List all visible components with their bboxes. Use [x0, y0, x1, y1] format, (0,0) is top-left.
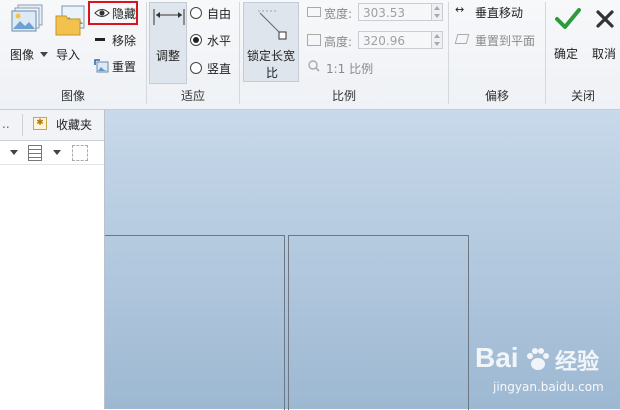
radio-horizontal-label: 水平 — [207, 34, 232, 48]
scale-group-label: 比例 — [331, 89, 356, 103]
chevron-down-icon[interactable] — [10, 150, 18, 155]
radio-free-circle — [190, 7, 202, 19]
lock-aspect-label-2: 比 — [266, 66, 279, 80]
image-button-label: 图像 — [10, 48, 35, 62]
folder-image-icon — [55, 5, 85, 36]
tab-divider — [22, 114, 23, 136]
lock-aspect-label-1: 锁定长宽 — [247, 49, 296, 63]
fit-group: 调整 自由 水平 竖直 适应 — [147, 0, 239, 106]
collapsed-tab[interactable]: .. — [2, 117, 10, 131]
offset-group: ↔ 垂直移动 重置到平面 偏移 — [449, 0, 545, 106]
reset-button[interactable]: 重置 — [92, 57, 142, 75]
plane-icon — [454, 34, 470, 44]
import-button-label: 导入 — [56, 48, 81, 62]
fit-width-icon — [153, 9, 185, 25]
reset-to-plane-button[interactable]: 重置到平面 — [454, 31, 543, 49]
image-stack-icon — [11, 4, 43, 32]
hide-button[interactable]: 隐藏 — [88, 1, 138, 25]
vertical-move-label: 垂直移动 — [475, 6, 524, 20]
ok-button-label: 确定 — [554, 47, 579, 61]
adjust-button-label: 调整 — [156, 49, 181, 63]
reset-image-icon — [94, 59, 109, 73]
hide-button-label: 隐藏 — [112, 7, 137, 21]
watermark-brand: Bai — [475, 342, 519, 373]
image-plane-right[interactable] — [288, 235, 469, 410]
width-spinner[interactable] — [431, 3, 443, 21]
chevron-down-icon[interactable] — [53, 150, 61, 155]
height-spinner[interactable] — [431, 31, 443, 49]
side-panel: .. ✱ 收藏夹 — [0, 110, 105, 409]
radio-horizontal[interactable]: 水平 — [189, 32, 237, 48]
close-group-label: 关闭 — [570, 89, 595, 103]
reset-to-plane-label: 重置到平面 — [475, 34, 536, 48]
height-field[interactable]: 320.96 — [358, 31, 432, 49]
scale-group: 锁定长宽 比 宽度: 303.53 高度: 320.96 1:1 比例 比例 — [240, 0, 448, 106]
watermark-url: jingyan.baidu.com — [493, 380, 604, 394]
image-group: 图像 导入 隐藏 移除 重置 图像 — [0, 0, 146, 106]
radio-horizontal-circle — [190, 34, 202, 46]
width-icon — [307, 7, 321, 17]
reset-button-label: 重置 — [112, 60, 137, 74]
chevron-down-icon — [40, 52, 48, 57]
vertical-move-button[interactable]: ↔ 垂直移动 — [455, 3, 543, 21]
list-view-icon[interactable] — [28, 145, 42, 161]
image-button[interactable]: 图像 — [6, 2, 48, 64]
ribbon: 图像 导入 隐藏 移除 重置 图像 调整 自由 水平 竖直 适应 锁定长宽 比 … — [0, 0, 620, 110]
adjust-button[interactable]: 调整 — [149, 2, 187, 84]
remove-button-label: 移除 — [112, 34, 137, 48]
minus-icon — [95, 38, 105, 41]
check-icon — [555, 8, 581, 29]
horizontal-arrows-icon: ↔ — [455, 3, 465, 16]
cancel-button[interactable]: 取消 — [588, 4, 620, 64]
import-button[interactable]: 导入 — [52, 2, 86, 64]
paw-logo-icon — [527, 348, 549, 370]
ok-button[interactable]: 确定 — [550, 4, 584, 64]
height-icon — [307, 34, 321, 46]
favorites-star-icon: ✱ — [33, 117, 47, 130]
zoom-ratio-icon — [308, 60, 320, 72]
image-plane-left[interactable] — [105, 235, 285, 410]
ratio-label[interactable]: 1:1 比例 — [326, 60, 373, 77]
panel-tabs: .. ✱ 收藏夹 — [0, 110, 104, 141]
eye-icon — [94, 9, 110, 17]
watermark-brand-suffix: 经验 — [555, 350, 600, 375]
graphics-canvas[interactable]: Bai 经验 jingyan.baidu.com — [105, 110, 620, 410]
radio-free-label: 自由 — [207, 7, 232, 21]
remove-button[interactable]: 移除 — [92, 31, 142, 49]
close-group: 确定 取消 关闭 — [546, 0, 620, 106]
panel-toolbar — [0, 142, 104, 165]
tab-favorites[interactable]: ✱ 收藏夹 — [30, 114, 104, 136]
radio-free[interactable]: 自由 — [189, 5, 237, 21]
offset-group-label: 偏移 — [484, 89, 509, 103]
width-field[interactable]: 303.53 — [358, 3, 432, 21]
lock-aspect-icon — [258, 10, 287, 40]
cancel-button-label: 取消 — [592, 47, 617, 61]
radio-vertical-label: 竖直 — [207, 62, 232, 76]
favorites-tab-label: 收藏夹 — [56, 118, 93, 132]
radio-vertical[interactable]: 竖直 — [189, 60, 237, 76]
baidu-watermark: Bai 经验 jingyan.baidu.com — [475, 342, 615, 402]
radio-vertical-circle — [190, 62, 202, 74]
lock-aspect-button[interactable]: 锁定长宽 比 — [243, 2, 299, 82]
image-group-label: 图像 — [60, 89, 85, 103]
height-label: 高度: — [324, 35, 353, 49]
fit-group-label: 适应 — [180, 89, 205, 103]
close-icon — [596, 10, 614, 28]
filter-grid-icon[interactable] — [72, 145, 88, 161]
width-label: 宽度: — [324, 7, 353, 21]
